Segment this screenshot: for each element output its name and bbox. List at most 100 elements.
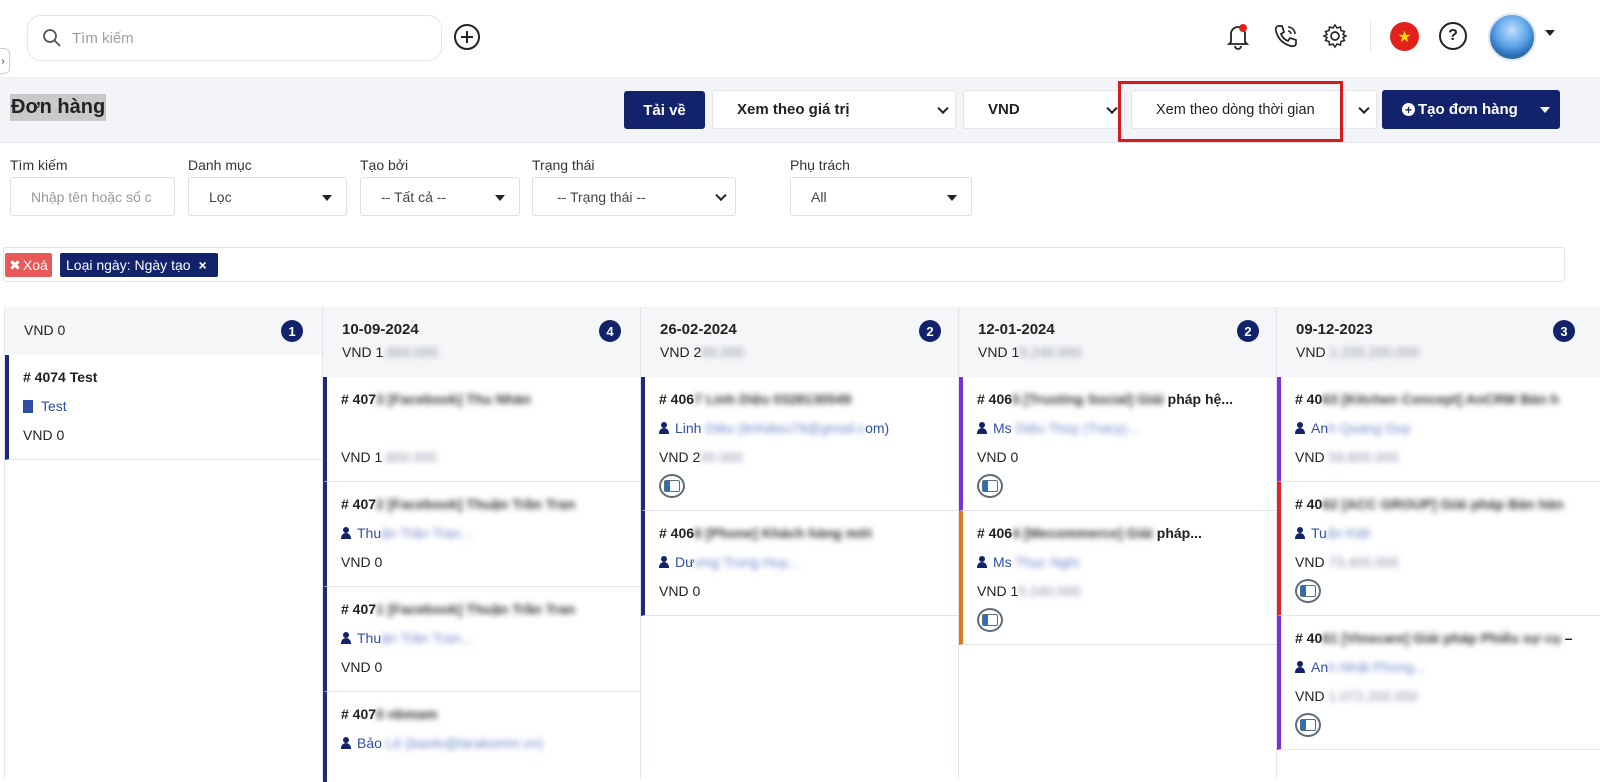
add-circle-icon[interactable] [453, 23, 481, 51]
order-title: # 4062 [ACC GROUP] Giải pháp Bán hàn [1295, 496, 1564, 512]
order-card[interactable]: # 4073 [Facebook] Thu Nhàn VND 1.600.000 [323, 377, 640, 482]
order-card[interactable]: # 4067 Linh Diệu 0328130549 Linh Diệu (l… [641, 377, 958, 511]
order-customer[interactable]: Thuận Trần Tran... [341, 630, 472, 646]
active-filter-tags: ✖ Xoá Loại ngày: Ngày tạo × [3, 247, 1565, 282]
order-customer[interactable]: Ms Diệu Thùy (Tracy)... [977, 420, 1138, 436]
filter-owner-label: Phụ trách [790, 157, 850, 173]
order-card[interactable]: # 4061 [Vinscare] Giải pháp Phiếu sự cụ … [1277, 616, 1600, 750]
filter-status-select[interactable]: -- Trạng thái -- [532, 177, 736, 216]
board-column: 10-09-2024 VND 1.600.000 4 # 4073 [Faceb… [322, 307, 640, 782]
person-icon [1295, 661, 1305, 673]
contact-card-icon[interactable] [1295, 713, 1321, 737]
order-card[interactable]: # 4066 [Phone] Khách hàng mới Dương Trun… [641, 511, 958, 616]
column-header: 26-02-2024 VND 200.000 2 [641, 307, 958, 377]
order-customer[interactable]: Tuấn Kiệt [1295, 525, 1370, 541]
person-icon [341, 632, 351, 644]
order-amount: VND 0 [23, 427, 65, 443]
order-amount: VND 200.000 [659, 449, 744, 465]
board-column: 09-12-2023 VND 1.235.200.000 3 # 4063 [K… [1276, 307, 1600, 779]
order-customer[interactable]: Dương Trung Huy... [659, 554, 798, 570]
order-card[interactable]: # 4071 [Facebook] Thuận Trần Tran Thuận … [323, 587, 640, 692]
order-title: # 4073 [Facebook] Thu Nhàn [341, 391, 531, 407]
column-date: 26-02-2024 [660, 321, 737, 338]
order-card[interactable]: # 4064 [Mecommerce] Giải pháp... Ms Thục… [959, 511, 1276, 645]
order-card[interactable]: # 4072 [Facebook] Thuận Trần Tran Thuận … [323, 482, 640, 587]
order-title: # 4066 [Phone] Khách hàng mới [659, 525, 873, 541]
currency-select[interactable]: VND [963, 90, 1125, 129]
filter-search-field[interactable] [10, 177, 175, 216]
order-title: # 4064 [Mecommerce] Giải pháp... [977, 525, 1202, 541]
caret-down-icon [495, 195, 505, 201]
order-amount: VND 0 [341, 659, 383, 675]
help-icon[interactable]: ? [1439, 22, 1467, 50]
clear-x-icon: ✖ [9, 256, 21, 273]
order-customer[interactable]: Linh Diệu (linhdieu79@gmail.com) [659, 420, 889, 436]
order-amount: VND 1.072.200.000 [1295, 688, 1418, 704]
caret-down-icon [947, 195, 957, 201]
filter-search-input[interactable] [31, 188, 171, 205]
filter-bar: Tìm kiếm Danh mục Lọc Tạo bởi -- Tất cả … [0, 143, 1600, 243]
order-title: # 4061 [Vinscare] Giải pháp Phiếu sự cụ … [1295, 630, 1573, 646]
filter-category-value: Lọc [209, 188, 232, 205]
contact-card-icon[interactable] [977, 474, 1003, 498]
view-by-value-text: Xem theo giá trị [737, 101, 850, 118]
avatar[interactable] [1488, 13, 1536, 61]
board-column: 26-02-2024 VND 200.000 2 # 4067 Linh Diệ… [640, 307, 958, 779]
board-column: 12-01-2024 VND 15.240.000 2 # 4065 [Trus… [958, 307, 1276, 779]
order-card[interactable]: # 4063 [Kitchen Concept] AnCRM Bán h Anh… [1277, 377, 1600, 482]
chevron-down-icon [1106, 102, 1118, 114]
filter-status-label: Trạng thái [532, 157, 595, 173]
order-customer[interactable]: Anh Quang Duy [1295, 420, 1411, 436]
order-customer[interactable]: Test [23, 398, 67, 414]
contact-card-icon[interactable] [659, 474, 685, 498]
vietnam-flag-icon[interactable]: ★ [1390, 22, 1419, 51]
order-card[interactable]: # 4062 [ACC GROUP] Giải pháp Bán hàn Tuấ… [1277, 482, 1600, 616]
order-card[interactable]: # 4065 [Trusting Social] Giải pháp hệ...… [959, 377, 1276, 511]
date-type-tag: Loại ngày: Ngày tạo × [60, 253, 218, 277]
order-customer[interactable]: Ms Thục Nghi [977, 554, 1079, 570]
currency-text: VND [988, 101, 1020, 118]
filter-created-by-select[interactable]: -- Tất cả -- [360, 177, 520, 216]
filter-category-select[interactable]: Lọc [188, 177, 347, 216]
filter-created-by-value: -- Tất cả -- [381, 188, 447, 205]
clear-filters-button[interactable]: ✖ Xoá [5, 253, 52, 277]
avatar-caret-icon[interactable] [1545, 30, 1555, 36]
gear-icon[interactable] [1321, 22, 1349, 50]
contact-card-icon[interactable] [1295, 579, 1321, 603]
filter-search-label: Tìm kiếm [10, 157, 68, 173]
person-icon [659, 556, 669, 568]
column-count-badge: 2 [1237, 320, 1259, 342]
order-card[interactable]: # 4070 nbmam Bảo Lê (baole@larakomm.vn) [323, 692, 640, 782]
filter-owner-select[interactable]: All [790, 177, 972, 216]
column-date: 09-12-2023 [1296, 321, 1373, 338]
phone-call-icon[interactable] [1272, 22, 1300, 50]
sidebar-toggle-icon[interactable]: › [0, 48, 10, 74]
column-count-badge: 4 [599, 320, 621, 342]
contact-card-icon[interactable] [977, 608, 1003, 632]
chevron-down-icon [937, 102, 949, 114]
column-header: 10-09-2024 VND 1.600.000 4 [323, 307, 640, 377]
order-amount: VND 0 [341, 554, 383, 570]
page-header: Đơn hàng Tải về Xem theo giá trị VND Xem… [0, 78, 1600, 143]
global-search-input[interactable] [72, 29, 412, 47]
search-icon [43, 29, 61, 47]
order-amount: VND 0 [659, 583, 701, 599]
view-by-value-select[interactable]: Xem theo giá trị [712, 90, 956, 129]
order-title: # 4067 Linh Diệu 0328130549 [659, 391, 852, 407]
filter-created-by-label: Tạo bởi [360, 157, 409, 173]
date-type-tag-label: Loại ngày: Ngày tạo [66, 257, 191, 273]
order-customer[interactable]: Anh Nhật Phong... [1295, 659, 1425, 675]
create-order-dropdown-caret[interactable] [1540, 107, 1550, 113]
create-order-button[interactable]: + Tạo đơn hàng [1382, 90, 1560, 129]
remove-tag-icon[interactable]: × [199, 257, 207, 273]
order-customer[interactable]: Thuận Trần Tran... [341, 525, 472, 541]
global-search-box[interactable] [27, 15, 442, 61]
bell-icon[interactable] [1224, 22, 1252, 50]
download-button[interactable]: Tải về [624, 91, 705, 129]
highlight-box [1118, 81, 1343, 142]
order-card[interactable]: # 4074 Test Test VND 0 [5, 355, 322, 460]
column-total: VND 1.235.200.000 [1296, 344, 1419, 360]
order-customer[interactable]: Bảo Lê (baole@larakomm.vn) [341, 735, 543, 751]
column-date: 10-09-2024 [342, 321, 419, 338]
order-amount: VND 15.240.000 [977, 583, 1081, 599]
